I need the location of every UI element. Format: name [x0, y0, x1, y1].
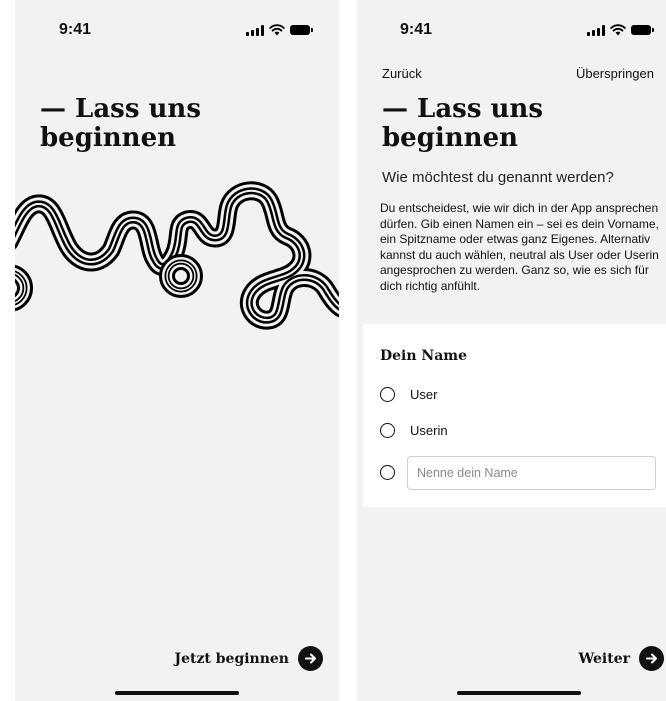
option-label: User	[410, 387, 438, 402]
status-icons	[587, 24, 654, 36]
status-icons	[246, 24, 313, 36]
wifi-icon	[610, 24, 626, 36]
cellular-signal-icon	[246, 24, 264, 36]
headline-line-2: beginnen	[382, 123, 519, 153]
name-selection-screen: 9:41 Zurück Überspringen — Lass uns begi…	[357, 0, 666, 701]
arrow-right-icon[interactable]	[298, 646, 323, 671]
skip-button[interactable]: Überspringen	[576, 66, 654, 81]
back-button[interactable]: Zurück	[382, 66, 422, 81]
start-button-label: Jetzt beginnen	[174, 650, 289, 667]
option-userin[interactable]: Userin	[380, 423, 448, 438]
next-button-label: Weiter	[578, 650, 630, 667]
cellular-signal-icon	[587, 24, 605, 36]
page-title: — Lass uns beginnen	[382, 95, 543, 153]
home-indicator[interactable]	[115, 691, 239, 695]
page-title: — Lass uns beginnen	[40, 95, 201, 153]
start-button[interactable]: Jetzt beginnen	[174, 646, 323, 671]
home-indicator[interactable]	[457, 691, 581, 695]
battery-icon	[290, 25, 313, 35]
radio-button[interactable]	[380, 387, 395, 402]
name-options-card: Dein Name User Userin	[363, 324, 666, 507]
headline-line-1: — Lass uns	[40, 94, 201, 124]
radio-button[interactable]	[380, 423, 395, 438]
next-button[interactable]: Weiter	[578, 646, 664, 671]
option-label: Userin	[410, 423, 448, 438]
option-user[interactable]: User	[380, 387, 437, 402]
status-time: 9:41	[59, 21, 92, 38]
wifi-icon	[269, 24, 285, 36]
option-custom-name[interactable]	[380, 465, 395, 480]
battery-icon	[631, 25, 654, 35]
radio-button[interactable]	[380, 465, 395, 480]
card-title: Dein Name	[380, 348, 468, 364]
headline-line-2: beginnen	[40, 123, 177, 153]
name-input[interactable]	[407, 456, 656, 490]
arrow-right-icon[interactable]	[639, 646, 664, 671]
status-time: 9:41	[400, 21, 433, 38]
question-subtitle: Wie möchtest du genannt werden?	[382, 169, 614, 186]
decorative-squiggle-illustration	[15, 181, 339, 330]
description-text: Du entscheidest, wie wir dich in der App…	[380, 201, 659, 293]
onboarding-intro-screen: 9:41 — Lass uns beginnen Jetzt beginnen	[15, 0, 339, 701]
headline-line-1: — Lass uns	[382, 94, 543, 124]
